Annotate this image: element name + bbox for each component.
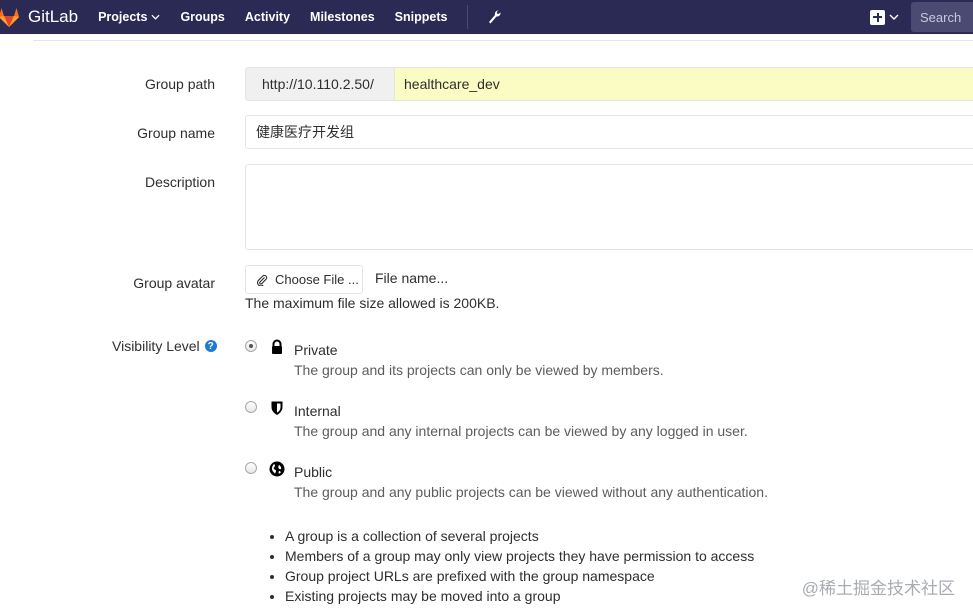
list-item: Existing projects may be moved into a gr… [285, 587, 754, 607]
group-path-input[interactable] [395, 68, 973, 100]
wrench-icon[interactable] [486, 9, 502, 25]
choose-file-label: Choose File ... [275, 272, 359, 287]
visibility-level-label: Visibility Level ? [112, 338, 217, 354]
visibility-public-title: Public [294, 464, 333, 480]
list-item: Members of a group may only view project… [285, 547, 754, 567]
description-label: Description [144, 174, 215, 190]
watermark: @稀土掘金技术社区 [801, 579, 955, 598]
nav-projects-label: Projects [98, 10, 148, 24]
brand-name: GitLab [28, 7, 79, 26]
nav-activity-label: Activity [244, 10, 291, 24]
file-name-text: File name... [375, 270, 449, 286]
gitlab-logo[interactable]: GitLab [0, 0, 98, 34]
chevron-down-icon [151, 14, 160, 20]
visibility-internal-title: Internal [294, 403, 341, 419]
question-circle-icon[interactable]: ? [204, 340, 217, 352]
header-divider [33, 40, 973, 41]
group-path-prefix: http://10.110.2.50/ [246, 68, 395, 100]
visibility-internal-radio[interactable] [245, 401, 257, 413]
visibility-private-description: The group and its projects can only be v… [294, 362, 664, 378]
nav-activity[interactable]: Activity [245, 10, 290, 24]
group-path-label: Group path [144, 76, 215, 92]
visibility-public-description: The group and any public projects can be… [294, 484, 768, 500]
plus-square-icon [870, 9, 885, 25]
list-item: Group project URLs are prefixed with the… [285, 567, 754, 587]
avatar-size-help: The maximum file size allowed is 200KB. [245, 295, 500, 311]
nav-milestones[interactable]: Milestones [310, 10, 375, 24]
nav-snippets-label: Snippets [394, 10, 448, 24]
visibility-public-radio[interactable] [245, 462, 257, 474]
visibility-internal-description: The group and any internal projects can … [294, 423, 748, 439]
nav-divider [467, 5, 469, 29]
nav-milestones-label: Milestones [310, 10, 375, 24]
group-name-label: Group name [137, 125, 215, 141]
visibility-level-text: Visibility Level [112, 338, 200, 354]
new-dropdown-button[interactable] [870, 9, 899, 25]
group-avatar-label: Group avatar [133, 275, 215, 291]
gitlab-tanuki-icon [0, 8, 19, 27]
visibility-private-title: Private [294, 342, 338, 358]
top-navbar: GitLab Projects Groups Activity Mileston… [0, 0, 973, 34]
list-item: A group is a collection of several proje… [285, 527, 754, 547]
lock-icon [272, 339, 282, 354]
group-name-input[interactable] [245, 115, 973, 149]
paperclip-icon [257, 274, 268, 286]
group-path-input-group: http://10.110.2.50/ [245, 67, 973, 101]
shield-icon [271, 401, 283, 415]
nav-groups[interactable]: Groups [180, 10, 224, 24]
chevron-down-icon [889, 14, 899, 20]
choose-file-button[interactable]: Choose File ... [245, 265, 363, 294]
nav-groups-label: Groups [180, 10, 225, 24]
nav-projects[interactable]: Projects [98, 10, 160, 24]
description-textarea[interactable] [245, 164, 973, 250]
visibility-private-radio[interactable] [245, 340, 257, 352]
search-input[interactable]: Search [911, 2, 973, 32]
group-notes-list: A group is a collection of several proje… [266, 527, 754, 607]
nav-snippets[interactable]: Snippets [395, 10, 448, 24]
globe-icon [269, 461, 285, 477]
